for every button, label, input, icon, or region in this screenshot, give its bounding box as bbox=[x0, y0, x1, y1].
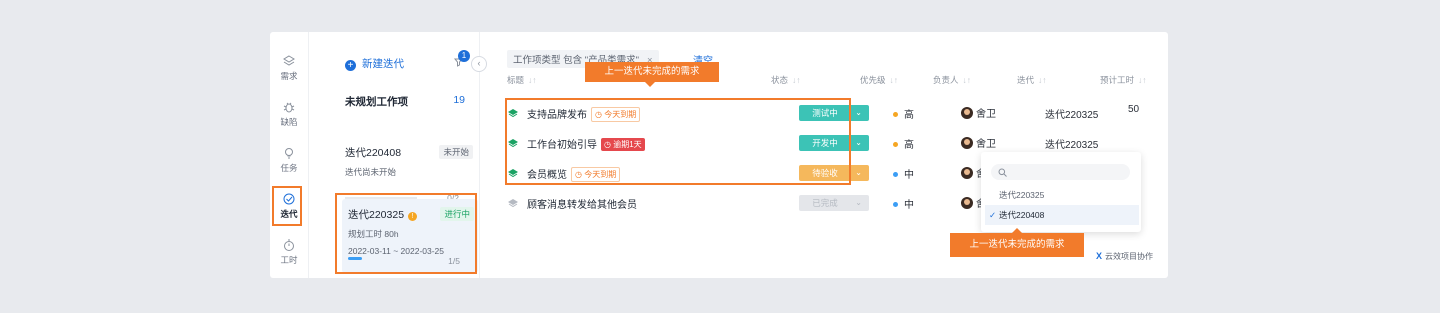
rail-label: 工时 bbox=[280, 255, 298, 265]
sort-icon: ↓↑ bbox=[889, 75, 899, 85]
priority[interactable]: 高 bbox=[893, 136, 914, 151]
sort-icon: ↓↑ bbox=[1038, 75, 1047, 85]
layers-icon bbox=[283, 55, 295, 66]
dropdown-option-selected[interactable]: ✓ 迭代220408 bbox=[985, 205, 1139, 225]
new-iteration-label: 新建迭代 bbox=[362, 58, 404, 70]
column-label: 状态 bbox=[771, 75, 789, 85]
status-select[interactable]: 已完成 ⌄ bbox=[799, 195, 869, 211]
rail-item-requirements[interactable]: 需求 bbox=[274, 50, 304, 84]
priority-label: 高 bbox=[904, 140, 914, 151]
iteration-dropdown: 迭代220325 ✓ 迭代220408 bbox=[981, 152, 1141, 232]
dropdown-option[interactable]: 迭代220325 bbox=[985, 185, 1139, 205]
column-label: 预计工时 bbox=[1100, 75, 1135, 85]
sort-icon: ↓↑ bbox=[962, 75, 972, 85]
priority[interactable]: 高 bbox=[893, 106, 914, 121]
avatar bbox=[961, 167, 973, 179]
highlight-box-rows bbox=[505, 98, 851, 185]
dropdown-option-label: 迭代220408 bbox=[999, 210, 1045, 220]
brand-text: 云效项目协作 bbox=[1105, 252, 1154, 261]
iteration-cell[interactable]: 迭代220325 bbox=[1045, 136, 1098, 151]
dropdown-search-input[interactable] bbox=[991, 164, 1130, 180]
sort-icon: ↓↑ bbox=[1138, 75, 1147, 85]
highlight-box-rail bbox=[272, 186, 302, 226]
search-icon bbox=[998, 168, 1007, 177]
new-iteration-button[interactable]: + 新建迭代 bbox=[345, 56, 404, 71]
left-rail: 需求 缺陷 任务 迭代 工时 bbox=[270, 32, 309, 278]
column-header-hours[interactable]: 预计工时 ↓↑ bbox=[1100, 74, 1147, 86]
rail-label: 需求 bbox=[280, 71, 298, 81]
column-header-owner[interactable]: 负责人 ↓↑ bbox=[933, 74, 971, 86]
unplanned-count: 19 bbox=[453, 94, 465, 106]
requirement-type-icon bbox=[508, 199, 518, 208]
rail-item-tasks[interactable]: 任务 bbox=[274, 142, 304, 176]
priority-dot bbox=[893, 112, 898, 117]
column-header-priority[interactable]: 优先级 ↓↑ bbox=[860, 74, 898, 86]
column-header-iteration[interactable]: 迭代 ↓↑ bbox=[1017, 74, 1047, 86]
rail-item-worktime[interactable]: 工时 bbox=[274, 234, 304, 268]
row-title[interactable]: 顾客消息转发给其他会员 bbox=[527, 196, 637, 211]
row-title-text: 顾客消息转发给其他会员 bbox=[527, 200, 637, 211]
sort-icon: ↓↑ bbox=[792, 75, 801, 85]
check-icon: ✓ bbox=[989, 210, 997, 220]
unplanned-label: 未规划工作项 bbox=[345, 96, 408, 108]
chevron-down-icon: ⌄ bbox=[855, 168, 862, 177]
iteration-subtitle: 迭代尚未开始 bbox=[345, 167, 397, 177]
owner[interactable]: 舍卫 bbox=[961, 135, 996, 150]
priority-label: 中 bbox=[904, 200, 914, 211]
avatar bbox=[961, 197, 973, 209]
rail-label: 缺陷 bbox=[280, 117, 298, 127]
column-label: 优先级 bbox=[860, 75, 886, 85]
avatar bbox=[961, 107, 973, 119]
chevron-down-icon: ⌄ bbox=[855, 108, 862, 117]
plus-icon: + bbox=[345, 60, 356, 71]
bug-icon bbox=[283, 102, 295, 113]
chevron-down-icon: ⌄ bbox=[855, 138, 862, 147]
estimated-hours[interactable]: 50 bbox=[1128, 104, 1139, 115]
owner-name: 舍卫 bbox=[976, 139, 996, 150]
column-header-status[interactable]: 状态 ↓↑ bbox=[771, 74, 801, 86]
priority-dot bbox=[893, 202, 898, 207]
highlight-box-iteration bbox=[335, 193, 477, 274]
unplanned-items[interactable]: 未规划工作项 19 bbox=[345, 94, 465, 109]
callout-top: 上一迭代未完成的需求 bbox=[585, 62, 719, 87]
column-label: 标题 bbox=[507, 75, 525, 85]
column-label: 负责人 bbox=[933, 75, 959, 85]
priority-dot bbox=[893, 142, 898, 147]
brand-mark-icon: X bbox=[1096, 251, 1103, 261]
iteration-cell[interactable]: 迭代220325 bbox=[1045, 106, 1098, 121]
owner-name: 舍卫 bbox=[976, 109, 996, 120]
priority[interactable]: 中 bbox=[893, 196, 914, 211]
status-label: 已完成 bbox=[812, 198, 838, 208]
lightbulb-icon bbox=[285, 148, 293, 159]
avatar bbox=[961, 137, 973, 149]
rail-item-bugs[interactable]: 缺陷 bbox=[274, 96, 304, 130]
rail-label: 任务 bbox=[280, 163, 298, 173]
column-header-title[interactable]: 标题 ↓↑ bbox=[507, 74, 537, 86]
owner[interactable]: 舍卫 bbox=[961, 105, 996, 120]
filter-count-badge: 1 bbox=[458, 50, 470, 62]
status-badge: 未开始 bbox=[439, 145, 473, 159]
stopwatch-icon bbox=[284, 239, 294, 251]
brand-logo: X 云效项目协作 bbox=[1096, 251, 1153, 262]
priority-label: 高 bbox=[904, 110, 914, 121]
priority[interactable]: 中 bbox=[893, 166, 914, 181]
sort-icon: ↓↑ bbox=[528, 75, 537, 85]
column-label: 迭代 bbox=[1017, 75, 1035, 85]
priority-label: 中 bbox=[904, 170, 914, 181]
priority-dot bbox=[893, 172, 898, 177]
callout-bottom: 上一迭代未完成的需求 bbox=[950, 228, 1084, 257]
chevron-down-icon: ⌄ bbox=[855, 198, 862, 207]
